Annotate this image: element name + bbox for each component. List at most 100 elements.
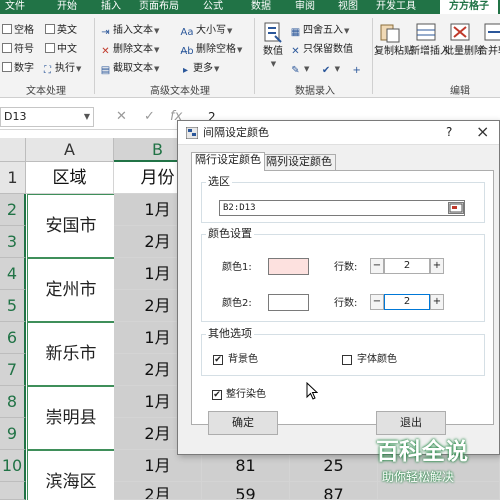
- chevron-down-icon: ▼: [154, 65, 160, 73]
- row-header-4[interactable]: 4: [0, 258, 26, 290]
- edit-tools[interactable]: ✎ ▼ ✔ ▼ +: [290, 62, 364, 76]
- number-checkbox[interactable]: 数字: [2, 62, 34, 76]
- chevron-down-icon: ▼: [227, 27, 233, 35]
- watermark-subtitle: 助你轻松解决: [382, 470, 455, 484]
- column-header-a[interactable]: A: [26, 138, 114, 162]
- rows1-increment[interactable]: +: [430, 258, 444, 274]
- check-icon: ✔: [321, 65, 331, 76]
- help-button[interactable]: ?: [446, 124, 452, 140]
- range-picker-button[interactable]: [448, 202, 464, 214]
- chinese-checkbox[interactable]: 中文: [45, 43, 77, 57]
- rows2-increment[interactable]: +: [430, 294, 444, 310]
- tab-data[interactable]: 数据: [246, 0, 276, 14]
- round-icon: ▦: [290, 27, 301, 38]
- value-button[interactable]: 数值 ▼: [258, 20, 288, 70]
- tab-home[interactable]: 开始: [52, 0, 82, 14]
- dialog-title-bar[interactable]: 间隔设定颜色 ? ×: [178, 121, 499, 145]
- row-header-3[interactable]: 3: [0, 226, 26, 258]
- case-button[interactable]: Aa 大小写▼: [180, 24, 233, 38]
- row-header-5[interactable]: 5: [0, 290, 26, 322]
- insert-text-button[interactable]: ⇥ 插入文本▼: [100, 24, 159, 38]
- row-header-6[interactable]: 6: [0, 322, 26, 354]
- row-header-7[interactable]: 7: [0, 354, 26, 386]
- cancel-icon[interactable]: ✕: [116, 107, 127, 127]
- round-button[interactable]: ▦ 四舍五入▼: [290, 24, 350, 38]
- extract-text-button[interactable]: ▤ 截取文本▼: [100, 62, 160, 76]
- row-header-1[interactable]: 1: [0, 162, 26, 194]
- rows2-label: 行数:: [334, 298, 358, 309]
- tab-formulas[interactable]: 公式: [198, 0, 228, 14]
- color2-swatch[interactable]: [268, 294, 309, 311]
- whole-row-label: 整行染色: [226, 389, 266, 400]
- range-input[interactable]: B2:D13: [219, 200, 465, 216]
- name-box[interactable]: D13 ▼: [0, 107, 94, 127]
- other-options-section: 其他选项 ✔ 背景色 字体颜色: [201, 327, 485, 376]
- rows1-input[interactable]: 2: [384, 258, 430, 274]
- dialog-app-icon: [186, 127, 198, 139]
- rows2-input[interactable]: 2: [384, 294, 430, 310]
- checkbox-icon: [2, 62, 12, 72]
- data-group-label: 数据录入: [295, 86, 335, 97]
- tab-view[interactable]: 视图: [333, 0, 363, 14]
- select-all-corner[interactable]: [0, 138, 26, 162]
- row-header-9[interactable]: 9: [0, 418, 26, 450]
- region-cell[interactable]: 安国市: [27, 194, 115, 258]
- execute-button[interactable]: ⛶ 执行▼: [42, 62, 81, 76]
- confirm-icon[interactable]: ✓: [144, 107, 155, 127]
- chevron-down-icon: ▼: [154, 27, 160, 35]
- region-cell[interactable]: 滨海区: [27, 450, 115, 500]
- advanced-group-label: 高级文本处理: [150, 86, 210, 97]
- rows2-decrement[interactable]: −: [370, 294, 384, 310]
- whole-row-checkbox[interactable]: ✔: [212, 390, 222, 400]
- bg-color-checkbox[interactable]: ✔: [213, 355, 223, 365]
- space-checkbox[interactable]: 空格: [2, 24, 34, 38]
- tab-file[interactable]: 文件: [0, 0, 30, 14]
- region-cell[interactable]: 新乐市: [27, 322, 115, 386]
- row-header-8[interactable]: 8: [0, 386, 26, 418]
- ok-button[interactable]: 确定: [208, 411, 278, 435]
- rows1-label: 行数:: [334, 262, 358, 273]
- insert-new-button[interactable]: 新增插入: [410, 20, 450, 58]
- chevron-down-icon: ▼: [154, 46, 160, 54]
- row-header-10[interactable]: 10: [0, 450, 26, 482]
- english-checkbox[interactable]: 英文: [45, 24, 77, 38]
- tab-page-layout[interactable]: 页面布局: [134, 0, 184, 14]
- font-color-checkbox[interactable]: [342, 355, 352, 365]
- exit-button[interactable]: 退出: [376, 411, 446, 435]
- more-button[interactable]: ▸ 更多▼: [180, 62, 219, 76]
- row-header-11[interactable]: [0, 482, 26, 500]
- region-cell[interactable]: 定州市: [27, 258, 115, 322]
- tab-alternate-rows[interactable]: 隔行设定颜色: [191, 152, 265, 171]
- tab-insert[interactable]: 插入: [96, 0, 126, 14]
- tab-fangfang[interactable]: 方方格子: [440, 0, 498, 14]
- merge-convert-button[interactable]: 合并转换: [478, 20, 500, 58]
- month-cell[interactable]: 2月: [114, 482, 202, 500]
- close-button[interactable]: ×: [476, 122, 489, 142]
- watermark: 百科全说 助你轻松解决: [372, 436, 494, 492]
- keep-values-button[interactable]: ✕ 只保留数值: [290, 43, 353, 57]
- copy-paste-button[interactable]: 复制粘贴: [374, 20, 414, 58]
- range-section: 选区 B2:D13: [201, 175, 485, 223]
- copy-paste-icon: [380, 24, 400, 43]
- interval-color-dialog: 间隔设定颜色 ? × 隔行设定颜色 隔列设定颜色 选区 B2:D13 颜色设置 …: [177, 120, 500, 455]
- color1-swatch[interactable]: [268, 258, 309, 275]
- symbol-checkbox[interactable]: 符号: [2, 43, 34, 57]
- rows1-decrement[interactable]: −: [370, 258, 384, 274]
- edit-group-label: 编辑: [450, 86, 470, 97]
- delete-text-button[interactable]: ✕ 删除文本▼: [100, 43, 159, 57]
- tab-developer[interactable]: 开发工具: [371, 0, 421, 14]
- text-group-label: 文本处理: [26, 86, 66, 97]
- delete-space-button[interactable]: A̶b 删除空格▼: [180, 43, 242, 57]
- value-cell[interactable]: 87: [290, 482, 378, 500]
- dialog-title: 间隔设定颜色: [203, 126, 269, 139]
- header-cell-region[interactable]: 区域: [26, 162, 114, 194]
- tab-review[interactable]: 审阅: [290, 0, 320, 14]
- tab-alternate-columns[interactable]: 隔列设定颜色: [262, 154, 336, 170]
- chevron-down-icon: ▼: [334, 65, 340, 73]
- checkbox-icon: [45, 24, 55, 34]
- batch-delete-icon: [450, 23, 470, 41]
- value-cell[interactable]: 59: [202, 482, 290, 500]
- region-cell[interactable]: 崇明县: [27, 386, 115, 450]
- row-header-2[interactable]: 2: [0, 194, 26, 226]
- batch-delete-button[interactable]: 批量删除: [444, 20, 484, 58]
